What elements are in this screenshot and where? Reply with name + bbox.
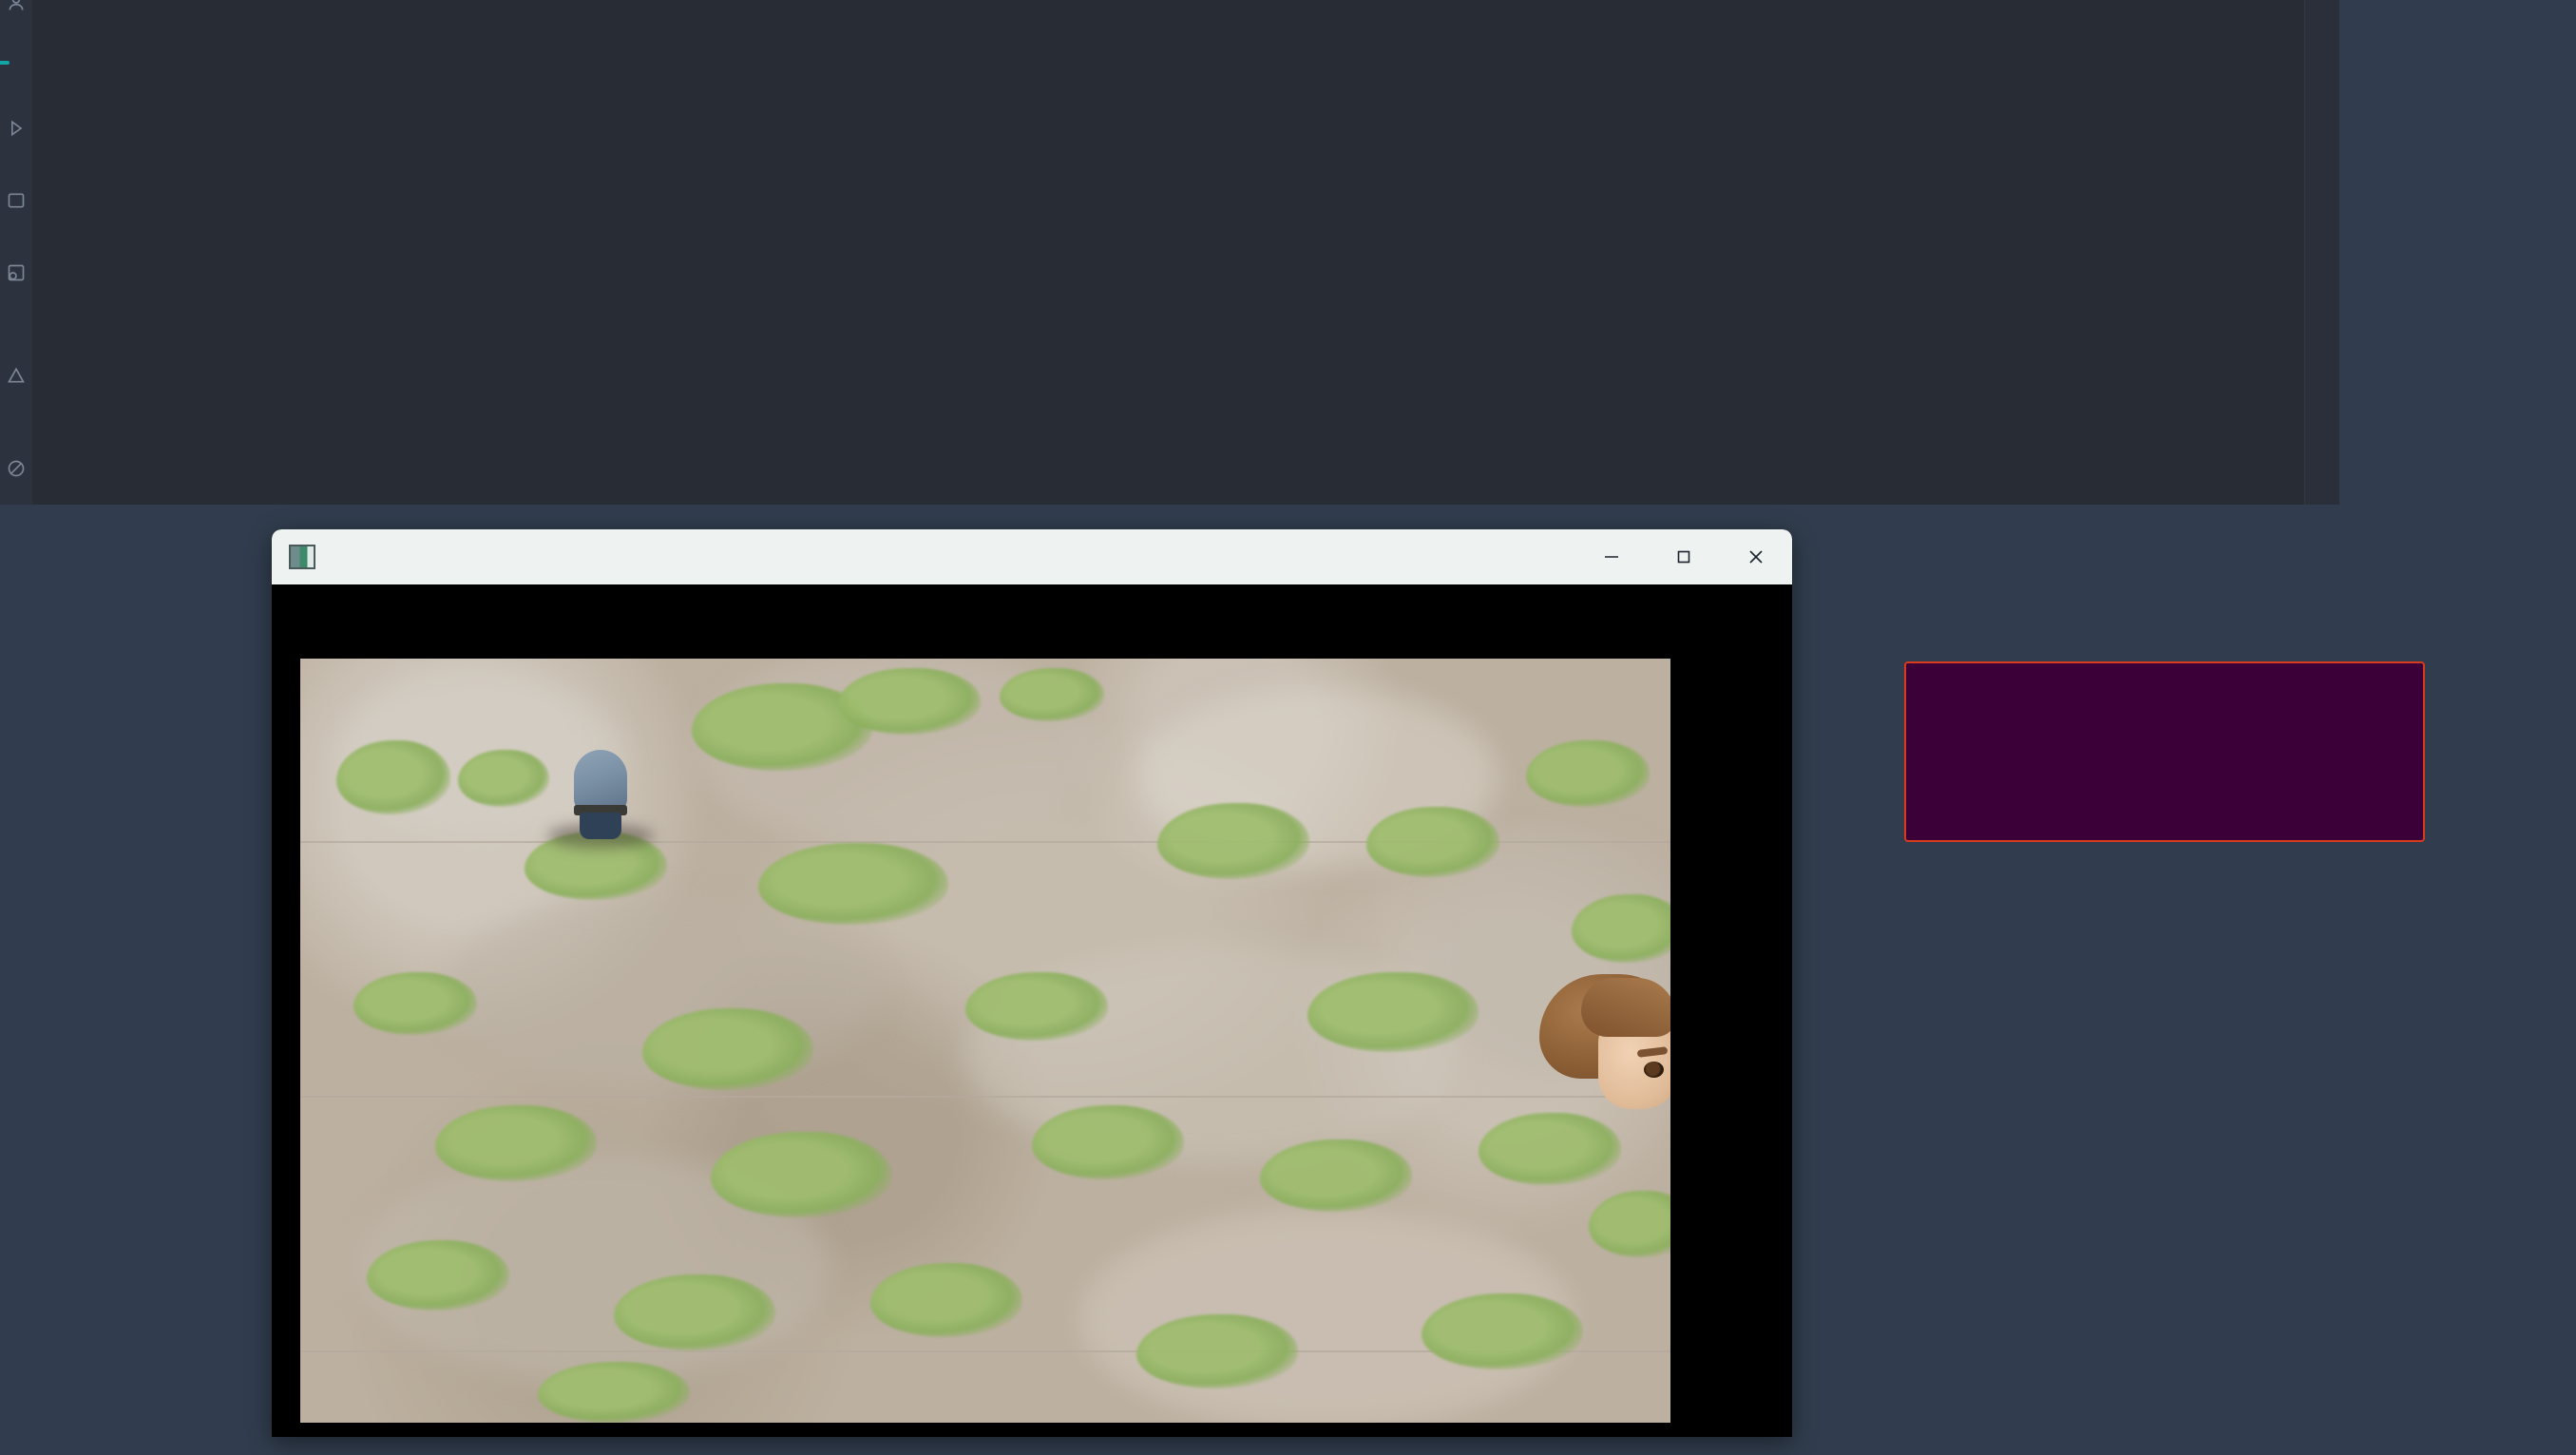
grass-patch	[1260, 1139, 1412, 1212]
game-window-titlebar[interactable]	[272, 529, 1792, 584]
annotation-box	[1904, 661, 2425, 842]
overview-ruler[interactable]	[2304, 0, 2339, 505]
grass-patch	[642, 1008, 813, 1090]
minimize-button[interactable]	[1575, 529, 1648, 584]
grass-patch	[367, 1240, 509, 1311]
grass-patch	[1366, 807, 1499, 877]
chunk-seam	[300, 1096, 1670, 1098]
grass-patch	[1032, 1105, 1184, 1179]
grass-patch	[1422, 1293, 1583, 1369]
activity-badge	[0, 61, 10, 65]
app-icon	[289, 545, 315, 569]
code-editor-pane	[0, 0, 2339, 505]
grass-patch	[458, 750, 549, 807]
hero-fringe	[1581, 978, 1670, 1037]
maximize-button[interactable]	[1648, 529, 1720, 584]
game-viewport[interactable]	[300, 659, 1670, 1423]
code-lines[interactable]	[32, 0, 2339, 505]
grass-patch	[1526, 740, 1650, 807]
grass-patch	[1000, 668, 1104, 721]
run-icon[interactable]	[2, 114, 30, 143]
account-icon[interactable]	[2, 0, 30, 17]
grass-patch	[538, 1362, 690, 1423]
hero-entity[interactable]	[1539, 974, 1670, 1117]
grass-patch	[870, 1263, 1022, 1337]
grass-patch	[1136, 1314, 1298, 1388]
grass-patch	[614, 1274, 775, 1350]
close-button[interactable]	[1720, 529, 1792, 584]
terminal-icon[interactable]	[2, 186, 30, 215]
hero-eye	[1644, 1062, 1664, 1078]
game-window	[272, 529, 1792, 1437]
screen-root	[0, 0, 2576, 1455]
grass-patch	[336, 740, 450, 814]
grass-patch	[758, 843, 948, 925]
grass-patch	[711, 1132, 891, 1217]
warning-icon[interactable]	[2, 361, 30, 390]
grass-patch	[435, 1105, 597, 1181]
monster-entity[interactable]	[547, 750, 654, 849]
game-canvas[interactable]	[272, 584, 1792, 1437]
monster-body	[574, 750, 627, 813]
activity-bar[interactable]	[0, 0, 33, 505]
notifications-icon[interactable]	[2, 258, 30, 287]
grass-patch	[838, 668, 981, 735]
monster-legs	[580, 813, 621, 839]
grass-patch	[1307, 972, 1479, 1052]
grass-patch	[1157, 803, 1309, 879]
window-controls[interactable]	[1575, 529, 1792, 584]
extensions-icon[interactable]	[2, 454, 30, 483]
grass-patch	[1479, 1113, 1621, 1185]
grass-patch	[353, 972, 477, 1035]
grass-patch	[965, 972, 1108, 1041]
